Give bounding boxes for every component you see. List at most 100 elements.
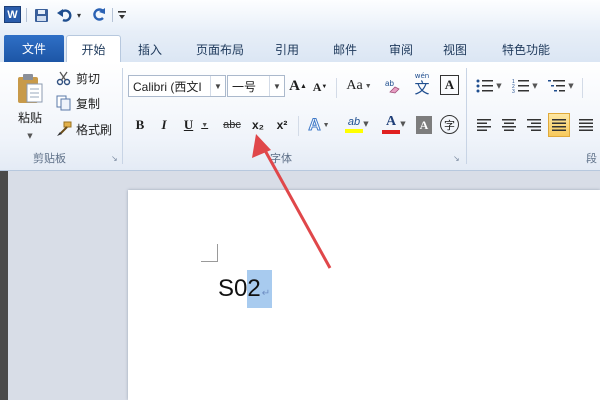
format-painter-label: 格式刷: [76, 122, 113, 137]
cut-button[interactable]: 剪切: [56, 68, 100, 88]
grow-font-icon: A: [289, 77, 300, 94]
bold-icon: B: [135, 117, 145, 132]
tab-file[interactable]: 文件: [4, 35, 64, 62]
subscript-button[interactable]: x₂: [248, 114, 268, 136]
paragraph-mark-icon: ↵: [261, 288, 271, 299]
group-separator: [466, 68, 467, 164]
customize-icon[interactable]: [116, 6, 128, 24]
tab-mailings[interactable]: 邮件: [320, 36, 370, 62]
svg-text:ab: ab: [385, 79, 394, 88]
distributed-button[interactable]: [576, 114, 596, 136]
font-size-dropdown-icon[interactable]: ▼: [269, 76, 284, 96]
qat-separator: [26, 8, 27, 22]
highlight-icon: ab: [347, 116, 361, 128]
highlight-dropdown-icon[interactable]: ▼: [362, 118, 370, 130]
tab-insert[interactable]: 插入: [126, 36, 174, 62]
font-color-dropdown-icon[interactable]: ▼: [399, 118, 407, 130]
scissors-icon: [56, 71, 71, 86]
text-effects-button[interactable]: A ▼: [304, 114, 334, 136]
font-color-icon: A: [385, 114, 397, 129]
enclose-characters-button[interactable]: 字: [440, 115, 459, 134]
paste-button[interactable]: 粘贴 ▼: [10, 66, 50, 146]
tab-special-features[interactable]: 特色功能: [488, 36, 564, 62]
document-text[interactable]: S0 2↵: [218, 268, 273, 308]
cut-label: 剪切: [76, 71, 101, 86]
underline-button[interactable]: U ▼: [180, 114, 212, 136]
shrink-font-button[interactable]: A ▼: [312, 78, 328, 96]
inline-separator: [336, 78, 337, 98]
undo-dropdown-icon[interactable]: ▾: [75, 6, 83, 24]
grow-font-button[interactable]: A ▲: [289, 76, 307, 96]
bullets-icon: [476, 79, 494, 93]
numbering-icon: 123: [512, 79, 530, 94]
tab-view[interactable]: 视图: [430, 36, 480, 62]
align-right-button[interactable]: [524, 114, 544, 136]
save-icon[interactable]: [32, 6, 50, 24]
copy-button[interactable]: 复制: [56, 93, 100, 113]
font-name-value: Calibri (西文I: [133, 79, 202, 94]
superscript-icon: x²: [276, 118, 288, 132]
group-separator: [122, 68, 123, 164]
format-painter-button[interactable]: 格式刷: [56, 119, 112, 139]
shrink-font-icon: A: [312, 79, 322, 94]
italic-button[interactable]: I: [156, 114, 172, 136]
selected-char: 2: [247, 275, 261, 302]
font-size-value: 一号: [232, 79, 257, 94]
redo-icon[interactable]: [90, 6, 108, 24]
highlight-color-swatch: [345, 129, 363, 133]
clear-formatting-icon: ab: [385, 79, 400, 94]
clipboard-group-label: 剪贴板: [33, 152, 66, 165]
qat-separator: [112, 8, 113, 22]
format-painter-icon: [57, 121, 72, 136]
phonetic-guide-button[interactable]: wén 文: [410, 70, 434, 98]
tab-references[interactable]: 引用: [262, 36, 312, 62]
align-center-icon: [502, 119, 516, 131]
character-border-button[interactable]: A: [440, 75, 459, 95]
character-shading-button[interactable]: A: [416, 116, 432, 134]
change-case-button[interactable]: Aa ▼: [342, 76, 376, 96]
multilevel-list-button[interactable]: ▼: [546, 76, 576, 96]
inline-separator: [582, 78, 583, 98]
font-group-label: 字体: [270, 152, 292, 165]
paste-dropdown-icon: ▼: [27, 131, 33, 140]
align-left-button[interactable]: [474, 114, 494, 136]
align-center-button[interactable]: [499, 114, 519, 136]
align-right-icon: [527, 119, 541, 131]
quick-access-toolbar: W ▾: [0, 0, 600, 30]
numbering-button[interactable]: 123 ▼: [510, 76, 540, 96]
bullets-button[interactable]: ▼: [474, 76, 504, 96]
font-launcher-icon[interactable]: ↘: [453, 154, 460, 163]
tab-review[interactable]: 审阅: [376, 36, 426, 62]
tab-home[interactable]: 开始: [66, 35, 121, 62]
clipboard-launcher-icon[interactable]: ↘: [111, 154, 118, 163]
superscript-button[interactable]: x²: [272, 114, 292, 136]
subscript-icon: x₂: [251, 118, 264, 132]
multilevel-list-icon: [548, 80, 566, 92]
ribbon-home: 粘贴 ▼ 剪切 复制 格式刷 剪贴板 ↘ Calibri (西文I ▼ 一号 ▼…: [0, 62, 600, 171]
change-case-icon: Aa: [346, 78, 363, 93]
text-normal: S0: [218, 275, 248, 302]
clear-formatting-button[interactable]: ab: [383, 74, 403, 96]
word-logo-icon[interactable]: W: [4, 6, 21, 23]
paragraph-group-label: 段: [586, 152, 597, 165]
document-page[interactable]: [128, 190, 600, 400]
character-shading-icon: A: [419, 117, 429, 132]
undo-icon[interactable]: [56, 6, 74, 24]
font-name-combo[interactable]: Calibri (西文I ▼: [128, 75, 226, 97]
enclose-characters-icon: 字: [444, 118, 455, 132]
phonetic-char-icon: 文: [414, 78, 430, 97]
underline-icon: U: [183, 117, 194, 132]
tab-page-layout[interactable]: 页面布局: [186, 36, 254, 62]
bold-button[interactable]: B: [131, 114, 149, 136]
copy-label: 复制: [76, 96, 101, 111]
font-name-dropdown-icon[interactable]: ▼: [210, 76, 225, 96]
strikethrough-button[interactable]: abc: [220, 114, 244, 136]
strikethrough-icon: abc: [223, 119, 241, 131]
left-edge-strip: [0, 171, 8, 400]
justify-button[interactable]: [548, 113, 570, 137]
italic-icon: I: [161, 117, 167, 132]
font-size-combo[interactable]: 一号 ▼: [227, 75, 285, 97]
character-border-icon: A: [444, 77, 455, 92]
justify-icon: [552, 119, 566, 131]
selected-text[interactable]: 2↵: [247, 270, 273, 308]
